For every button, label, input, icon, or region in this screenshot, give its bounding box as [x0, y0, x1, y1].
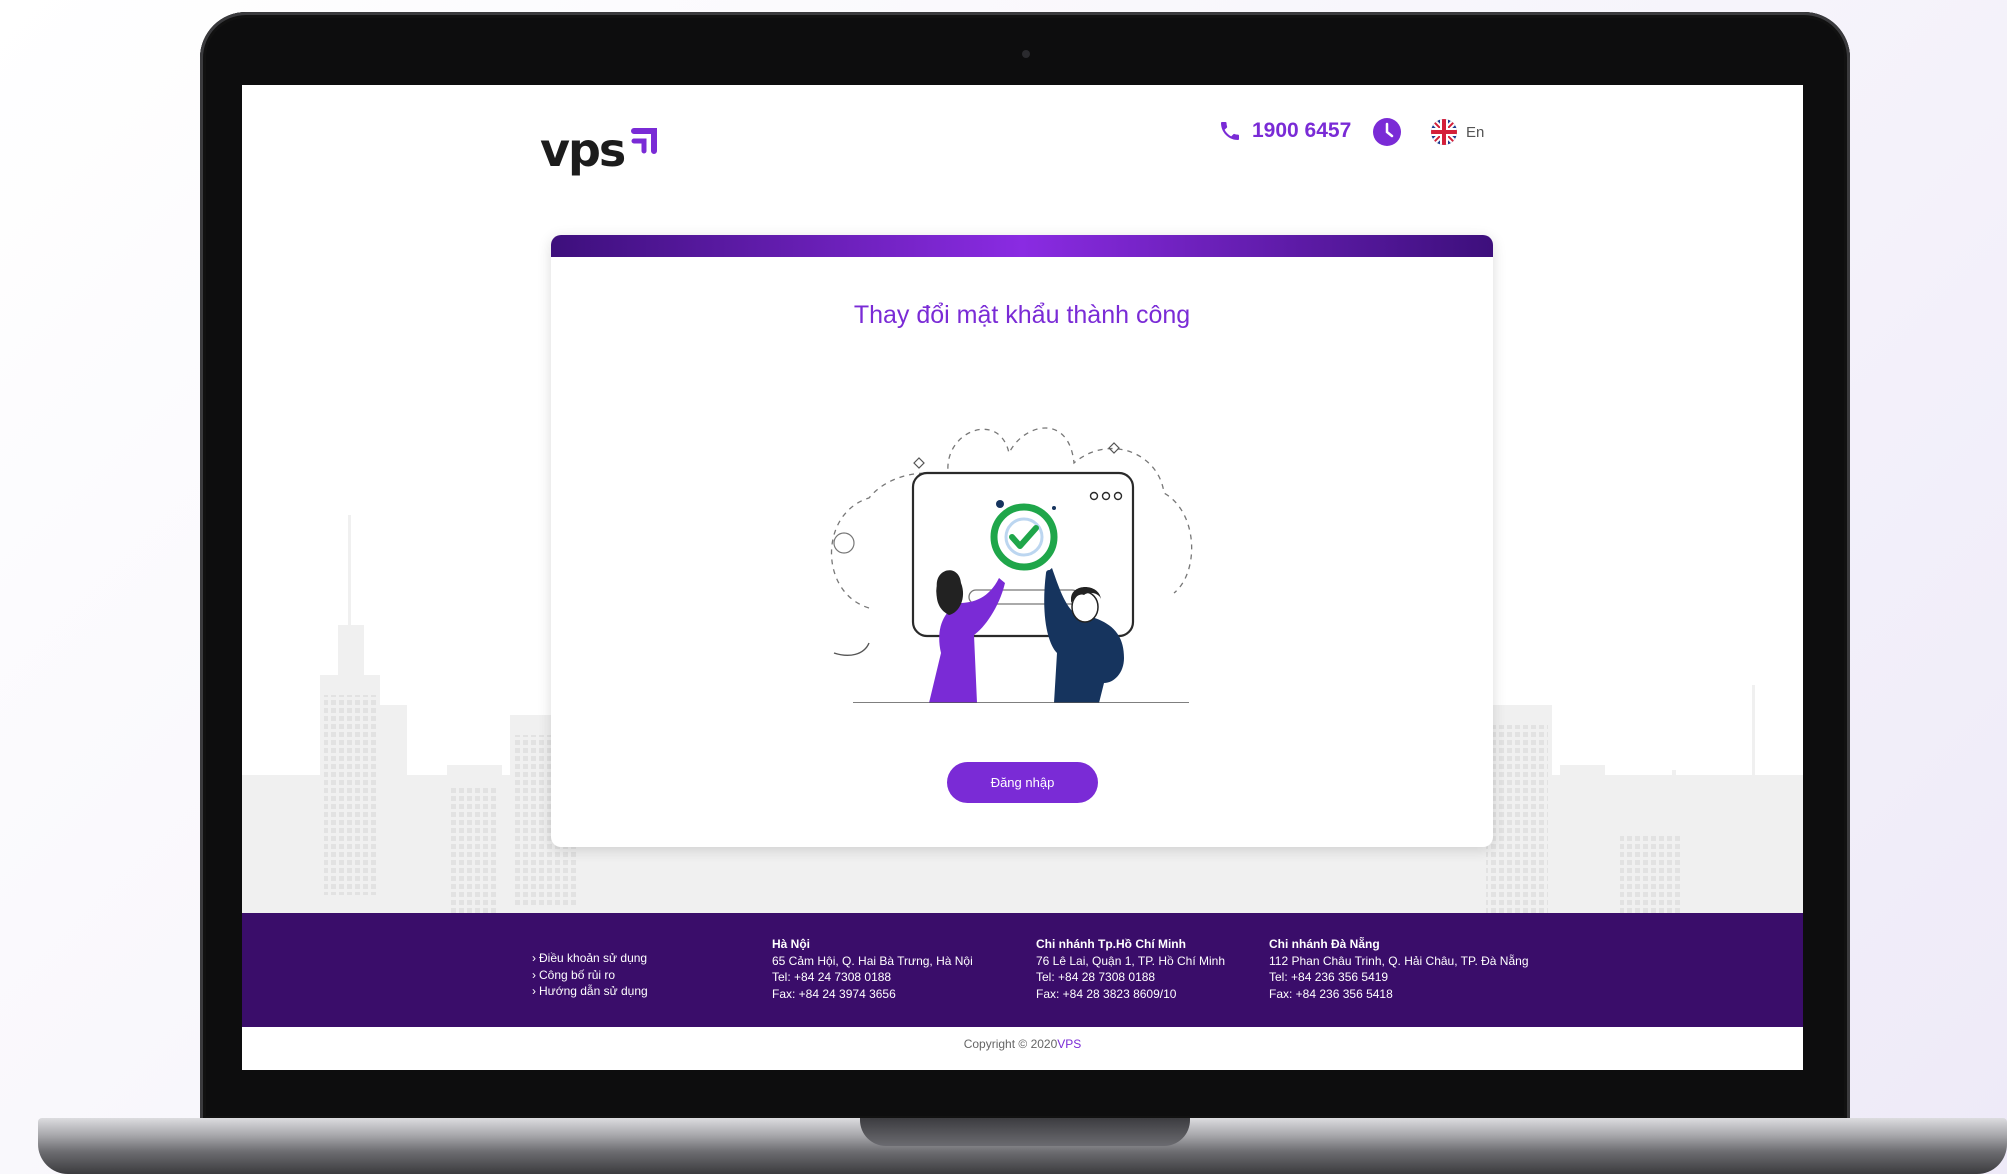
laptop-camera: [1022, 50, 1030, 58]
branch-danang: Chi nhánh Đà Nẵng 112 Phan Châu Trinh, Q…: [1269, 936, 1529, 1002]
chevron-right-icon: ›: [532, 967, 536, 982]
logo-mark-icon: [631, 128, 658, 154]
branch-name: Hà Nội: [772, 937, 811, 951]
branch-fax: Fax: +84 28 3823 8609/10: [1036, 986, 1177, 1001]
branch-fax: Fax: +84 24 3974 3656: [772, 986, 896, 1001]
chevron-right-icon: ›: [532, 984, 536, 998]
copyright-brand[interactable]: VPS: [1057, 1037, 1081, 1051]
login-button[interactable]: Đăng nhập: [947, 762, 1098, 803]
language-label: En: [1466, 123, 1485, 141]
phone-icon: [1221, 122, 1239, 140]
footer-link-risk[interactable]: › Công bố rủi ro: [532, 967, 648, 984]
footer-link-label: Hướng dẫn sử dụng: [539, 984, 648, 998]
clock-icon[interactable]: [1372, 117, 1402, 147]
page-title: Thay đổi mật khẩu thành công: [853, 301, 1191, 329]
footer: › Điều khoản sử dụng › Công bố rủi ro › …: [242, 913, 1803, 1027]
screen: vps 1900 6457 En Thay đổi mật khẩu thành…: [242, 85, 1803, 1070]
copyright: Copyright © 2020VPS: [242, 1037, 1803, 1051]
footer-links: › Điều khoản sử dụng › Công bố rủi ro › …: [532, 950, 648, 1000]
branch-address: 112 Phan Châu Trinh, Q. Hải Châu, TP. Đà…: [1269, 953, 1529, 968]
branch-address: 65 Cảm Hội, Q. Hai Bà Trưng, Hà Nội: [772, 953, 973, 968]
success-illustration: [830, 427, 1193, 703]
branch-tel: Tel: +84 28 7308 0188: [1036, 970, 1156, 984]
card-header-bar: [551, 235, 1493, 257]
branch-tel: Tel: +84 24 7308 0188: [772, 970, 892, 984]
branch-name: Chi nhánh Đà Nẵng: [1269, 937, 1380, 951]
hotline-number: 1900 6457: [1252, 119, 1352, 142]
branch-hcm: Chi nhánh Tp.Hồ Chí Minh 76 Lê Lai, Quận…: [1036, 936, 1225, 1002]
top-bar: vps 1900 6457 En: [242, 85, 1803, 185]
branch-fax: Fax: +84 236 356 5418: [1269, 986, 1393, 1001]
logo-text: vps: [540, 123, 626, 177]
hotline[interactable]: 1900 6457: [1218, 119, 1351, 143]
laptop-notch: [860, 1118, 1190, 1146]
footer-link-label: Điều khoản sử dụng: [539, 951, 648, 965]
vps-logo[interactable]: vps: [540, 121, 658, 173]
footer-link-guide[interactable]: › Hướng dẫn sử dụng: [532, 983, 648, 1000]
success-card: Thay đổi mật khẩu thành công Đăng nhập: [551, 235, 1493, 847]
uk-flag-icon: [1431, 119, 1457, 145]
branch-name: Chi nhánh Tp.Hồ Chí Minh: [1036, 937, 1186, 951]
footer-link-terms[interactable]: › Điều khoản sử dụng: [532, 950, 648, 967]
branch-address: 76 Lê Lai, Quận 1, TP. Hồ Chí Minh: [1036, 953, 1226, 968]
chevron-right-icon: ›: [532, 951, 536, 965]
branch-hanoi: Hà Nội 65 Cảm Hội, Q. Hai Bà Trưng, Hà N…: [772, 936, 973, 1002]
language-switcher[interactable]: En: [1430, 118, 1484, 146]
copyright-text: Copyright © 2020: [963, 1037, 1058, 1051]
footer-link-label: Công bố rủi ro: [539, 967, 616, 982]
branch-tel: Tel: +84 236 356 5419: [1269, 970, 1389, 984]
